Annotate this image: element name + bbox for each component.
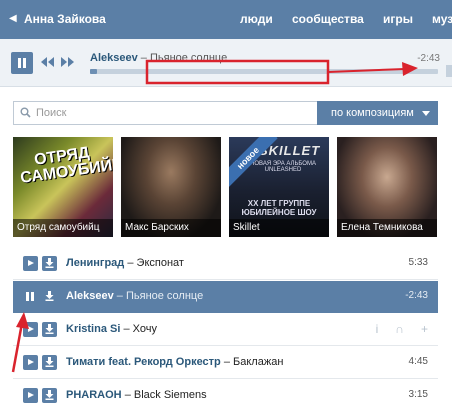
play-button[interactable] (23, 322, 38, 337)
top-navigation-bar: ◀ Анна Зайкова люди сообщества игры муз (0, 0, 452, 39)
download-icon (45, 390, 54, 400)
nav-communities[interactable]: сообщества (292, 12, 364, 26)
play-icon (28, 392, 34, 398)
search-icon (20, 107, 31, 121)
track-artist[interactable]: PHARAOH (66, 389, 122, 401)
pause-button[interactable] (23, 289, 38, 304)
play-button[interactable] (23, 256, 38, 271)
search-scope-label: по композициям (331, 107, 414, 119)
track-artist[interactable]: Alekseev (66, 290, 114, 302)
track-title: Экспонат (136, 257, 184, 269)
track-title: Пьяное солнце (125, 290, 204, 302)
play-icon (28, 260, 34, 266)
track-artist[interactable]: Тимати feat. Рекорд Оркестр (66, 356, 221, 368)
previous-track-icon[interactable] (41, 57, 54, 67)
info-icon[interactable]: i (376, 322, 379, 336)
track-duration: 5:33 (408, 257, 428, 268)
track-title: Баклажан (233, 356, 284, 368)
pause-button[interactable] (11, 52, 33, 74)
tile-caption: Елена Темникова (337, 219, 437, 237)
progress-bar[interactable] (90, 69, 438, 74)
now-playing-title: Alekseev – Пьяное солнце (90, 52, 228, 64)
playlist-tile-max-barskih[interactable]: Макс Барских (121, 137, 221, 237)
headphones-icon[interactable]: ∩ (395, 322, 404, 336)
next-track-icon[interactable] (61, 57, 74, 67)
user-name-link[interactable]: Анна Зайкова (24, 12, 106, 26)
plus-icon[interactable]: + (421, 322, 428, 336)
tile-caption: Отряд самоубийц (13, 219, 113, 237)
track-row[interactable]: Ленинград – Экспонат 5:33 (13, 248, 438, 280)
play-icon (28, 359, 34, 365)
search-scope-dropdown[interactable]: по композициям (317, 101, 438, 125)
track-row[interactable]: PHARAOH – Black Siemens 3:15 (13, 380, 438, 412)
track-row[interactable]: Тимати feat. Рекорд Оркестр – Баклажан 4… (13, 347, 438, 379)
search-input[interactable] (36, 105, 306, 121)
track-title: Black Siemens (133, 389, 207, 401)
download-button[interactable] (42, 289, 57, 304)
audio-player: Alekseev – Пьяное солнце -2:43 (0, 39, 452, 87)
track-row[interactable]: Kristina Si – Хочу i ∩ + (13, 314, 438, 346)
now-playing-artist[interactable]: Alekseev (90, 52, 138, 64)
chevron-left-icon[interactable]: ◀ (9, 13, 17, 24)
download-icon (45, 258, 54, 268)
cover-footer-text: XX ЛЕТ ГРУППЕ ЮБИЛЕЙНОЕ ШОУ (241, 199, 317, 217)
track-duration: 3:15 (408, 389, 428, 400)
track-duration: -2:43 (405, 290, 428, 301)
nav-music[interactable]: муз (432, 12, 452, 26)
download-button[interactable] (42, 355, 57, 370)
download-icon (45, 357, 54, 367)
search-box (13, 101, 317, 125)
download-button[interactable] (42, 322, 57, 337)
volume-slider[interactable] (446, 65, 452, 77)
play-icon (28, 326, 34, 332)
now-playing-song: Пьяное солнце (149, 52, 228, 64)
nav-people[interactable]: люди (240, 12, 273, 26)
tile-caption: Макс Барских (121, 219, 221, 237)
cover-subtitle: НОВАЯ ЭРА АЛЬБОМА UNLEASHED (250, 161, 316, 173)
track-row-playing[interactable]: Alekseev – Пьяное солнце -2:43 (13, 281, 438, 313)
progress-fill (90, 69, 97, 74)
track-artist[interactable]: Kristina Si (66, 323, 120, 335)
playlist-tile-skillet[interactable]: SKILLET НОВАЯ ЭРА АЛЬБОМА UNLEASHED XX Л… (229, 137, 329, 237)
nav-games[interactable]: игры (383, 12, 413, 26)
time-remaining: -2:43 (417, 53, 440, 64)
track-duration: 4:45 (408, 356, 428, 367)
play-button[interactable] (23, 355, 38, 370)
download-icon (45, 324, 54, 334)
playlist-tile-elena-temnikova[interactable]: Елена Темникова (337, 137, 437, 237)
pause-icon (26, 292, 29, 301)
download-button[interactable] (42, 256, 57, 271)
download-icon (45, 291, 54, 301)
track-title: Хочу (132, 323, 157, 335)
download-button[interactable] (42, 388, 57, 403)
pause-icon (18, 58, 21, 68)
play-button[interactable] (23, 388, 38, 403)
playlist-tile-suicide-squad[interactable]: ОТРЯД САМОУБИЙЦ Отряд самоубийц (13, 137, 113, 237)
track-artist[interactable]: Ленинград (66, 257, 124, 269)
tile-caption: Skillet (229, 219, 329, 237)
chevron-down-icon (422, 111, 430, 116)
track-actions: i ∩ + (362, 322, 428, 336)
